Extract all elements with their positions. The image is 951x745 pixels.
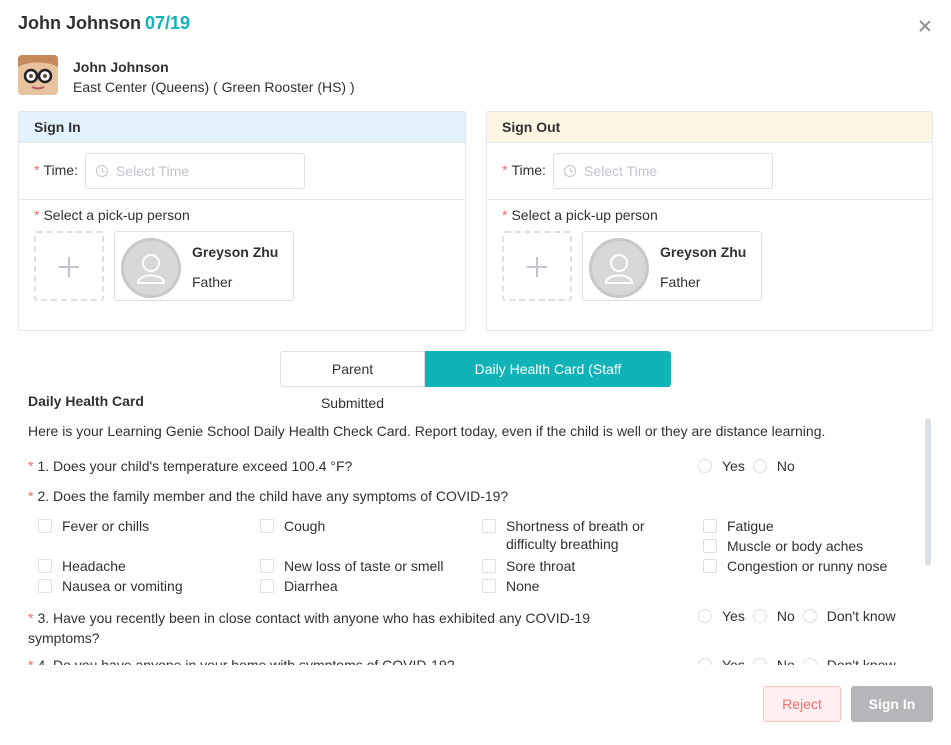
required-mark: * — [34, 207, 40, 223]
q3-dont-know-radio[interactable] — [802, 609, 817, 623]
q3-no-radio[interactable] — [752, 609, 767, 623]
sign-in-time-input[interactable]: Select Time — [85, 153, 305, 189]
symptom-diarrhea[interactable]: Diarrhea — [260, 577, 338, 595]
required-mark: * — [502, 207, 508, 223]
clock-icon — [96, 165, 108, 177]
checkbox[interactable] — [38, 519, 52, 533]
checkbox[interactable] — [482, 579, 496, 593]
q4-dont-know-label: Don't know — [826, 657, 896, 665]
user-avatar-icon — [121, 238, 181, 298]
pickup-person-card[interactable]: Greyson Zhu Father — [114, 231, 294, 301]
child-name: John Johnson — [73, 59, 169, 75]
checkbox[interactable] — [38, 579, 52, 593]
sign-out-time-placeholder: Select Time — [584, 163, 658, 179]
pickup-person-relation: Father — [192, 274, 233, 290]
question-4: * 4. Do you have anyone in your home with… — [28, 657, 455, 665]
dialog-title: John Johnson 07/19 — [18, 13, 190, 34]
required-mark: * — [28, 610, 34, 626]
symptom-sore-throat[interactable]: Sore throat — [482, 557, 575, 575]
required-mark: * — [502, 162, 508, 178]
q3-yes-label: Yes — [722, 608, 745, 624]
checkbox[interactable] — [260, 559, 274, 573]
sign-out-title: Sign Out — [487, 112, 932, 143]
checkbox[interactable] — [260, 519, 274, 533]
q1-no-label: No — [776, 458, 795, 474]
health-card-description: Here is your Learning Genie School Daily… — [28, 423, 826, 439]
q3-yes-radio[interactable] — [698, 609, 712, 623]
q4-yes-radio[interactable] — [698, 658, 712, 665]
question-2: * 2. Does the family member and the child… — [28, 488, 509, 504]
sign-out-pick-label: * Select a pick-up person — [502, 207, 658, 223]
symptom-fatigue[interactable]: Fatigue — [703, 517, 774, 535]
health-card-form: Daily Health Card Here is your Learning … — [28, 390, 908, 665]
question-4-options: Yes No Don't know — [698, 657, 904, 665]
q3-dont-know-label: Don't know — [826, 608, 896, 624]
pickup-person-relation: Father — [660, 274, 701, 290]
close-icon[interactable] — [917, 18, 933, 34]
sign-in-button[interactable]: Sign In — [851, 686, 933, 722]
required-mark: * — [34, 162, 40, 178]
question-3: * 3. Have you recently been in close cont… — [28, 610, 590, 646]
add-pickup-person-button[interactable] — [502, 231, 572, 301]
title-child-name: John Johnson — [18, 13, 141, 33]
required-mark: * — [28, 488, 34, 504]
required-mark: * — [28, 458, 34, 474]
required-mark: * — [28, 657, 34, 665]
sign-in-time-placeholder: Select Time — [116, 163, 190, 179]
health-card-tabs: Parent Submitted Daily Health Card (Staf… — [280, 351, 671, 411]
tab-parent-submitted[interactable]: Parent Submitted — [280, 351, 425, 411]
q1-yes-label: Yes — [722, 458, 745, 474]
checkbox[interactable] — [482, 559, 496, 573]
q4-dont-know-radio[interactable] — [802, 658, 817, 665]
checkbox[interactable] — [38, 559, 52, 573]
q1-no-radio[interactable] — [752, 459, 767, 473]
sign-out-time-row: * Time: Select Time — [487, 143, 932, 200]
checkbox[interactable] — [703, 559, 717, 573]
form-scrollbar[interactable] — [925, 418, 931, 566]
symptom-fever[interactable]: Fever or chills — [38, 517, 149, 535]
q4-no-radio[interactable] — [752, 658, 767, 665]
sign-in-pick-label: * Select a pick-up person — [34, 207, 190, 223]
sign-in-time-label: * Time: — [34, 162, 78, 178]
checkbox[interactable] — [703, 539, 717, 553]
sign-in-panel: Sign In * Time: Select Time * Select a pic… — [18, 111, 466, 331]
checkbox[interactable] — [482, 519, 496, 533]
checkbox[interactable] — [703, 519, 717, 533]
q3-no-label: No — [776, 608, 795, 624]
child-avatar — [18, 55, 58, 95]
user-avatar-icon — [589, 238, 649, 298]
pickup-person-name: Greyson Zhu — [192, 244, 279, 260]
health-card-title: Daily Health Card — [28, 393, 144, 409]
question-3-options: Yes No Don't know — [698, 608, 904, 624]
title-date: 07/19 — [145, 13, 191, 33]
symptom-muscle-aches[interactable]: Muscle or body aches — [703, 537, 863, 555]
symptom-shortness-of-breath[interactable]: Shortness of breath or difficulty breathi… — [482, 517, 645, 553]
pickup-person-card[interactable]: Greyson Zhu Father — [582, 231, 762, 301]
symptom-cough[interactable]: Cough — [260, 517, 325, 535]
reject-button[interactable]: Reject — [763, 686, 841, 722]
question-1-options: Yes No — [698, 458, 803, 474]
q1-yes-radio[interactable] — [698, 459, 712, 473]
sign-out-time-label: * Time: — [502, 162, 546, 178]
sign-in-time-row: * Time: Select Time — [19, 143, 465, 200]
symptom-nausea[interactable]: Nausea or vomiting — [38, 577, 183, 595]
tab-daily-health-card[interactable]: Daily Health Card (Staff conducted) — [425, 351, 671, 411]
symptom-headache[interactable]: Headache — [38, 557, 126, 575]
sign-in-title: Sign In — [19, 112, 465, 143]
pickup-person-name: Greyson Zhu — [660, 244, 747, 260]
q4-yes-label: Yes — [722, 657, 745, 665]
symptom-congestion[interactable]: Congestion or runny nose — [703, 557, 887, 575]
symptom-none[interactable]: None — [482, 577, 539, 595]
q4-no-label: No — [776, 657, 795, 665]
checkbox[interactable] — [260, 579, 274, 593]
sign-out-panel: Sign Out * Time: Select Time * Select a pi… — [486, 111, 933, 331]
symptom-loss-of-taste[interactable]: New loss of taste or smell — [260, 557, 444, 575]
child-center: East Center (Queens) ( Green Rooster (HS… — [73, 79, 355, 95]
question-1: * 1. Does your child's temperature exceed… — [28, 458, 353, 474]
clock-icon — [564, 165, 576, 177]
add-pickup-person-button[interactable] — [34, 231, 104, 301]
sign-out-time-input[interactable]: Select Time — [553, 153, 773, 189]
